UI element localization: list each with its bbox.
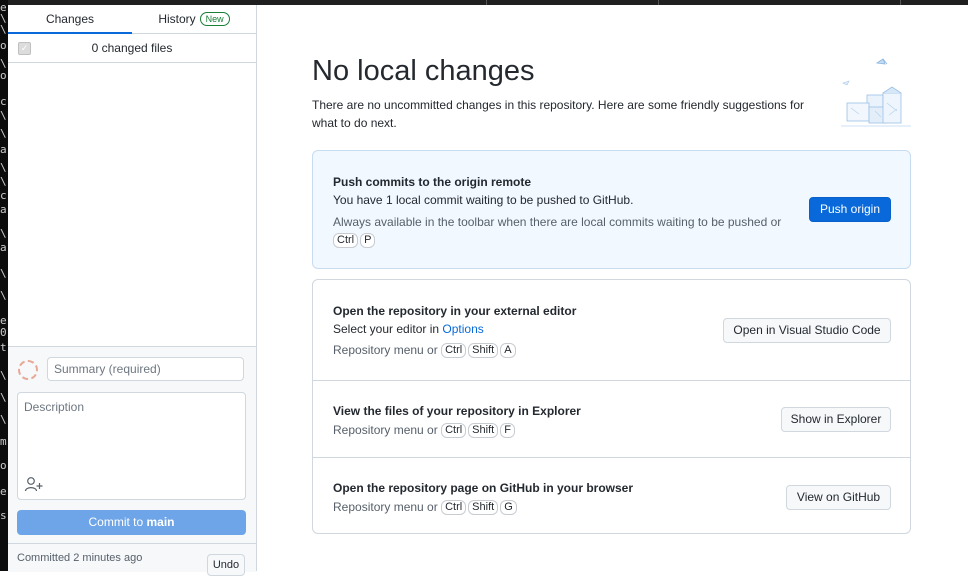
key-f: F (500, 423, 515, 438)
commit-message-area: Commit to main (8, 346, 256, 544)
suggestions-card: Open the repository in your external edi… (312, 279, 911, 534)
editor-desc-text: Select your editor in (333, 322, 443, 336)
key-g: G (500, 500, 517, 515)
sidebar-tabs: Changes History New (8, 5, 256, 34)
options-link[interactable]: Options (442, 322, 483, 336)
new-badge: New (199, 12, 230, 26)
undo-button[interactable]: Undo (207, 554, 245, 576)
add-coauthor-icon[interactable] (24, 475, 44, 493)
tab-changes[interactable]: Changes (8, 5, 132, 34)
key-ctrl: Ctrl (441, 500, 467, 515)
editor-hint: Repository menu or Ctrl Shift A (333, 341, 518, 359)
key-ctrl: Ctrl (333, 233, 359, 248)
page-subtitle: There are no uncommitted changes in this… (312, 98, 805, 130)
tab-history-label: History (158, 12, 196, 26)
description-box (17, 392, 246, 500)
github-title: Open the repository page on GitHub in yo… (333, 481, 634, 495)
key-p: P (360, 233, 376, 248)
github-hint-text: Repository menu or (333, 500, 438, 514)
explorer-title: View the files of your repository in Exp… (333, 404, 581, 418)
editor-description: Select your editor in Options (333, 322, 484, 336)
last-commit-time: Committed 2 minutes ago (17, 552, 143, 564)
push-origin-button[interactable]: Push origin (809, 197, 891, 222)
select-all-checkbox[interactable]: ✓ (18, 42, 31, 55)
github-hint: Repository menu or Ctrl Shift G (333, 498, 519, 516)
show-in-explorer-button[interactable]: Show in Explorer (781, 407, 891, 432)
open-in-editor-button[interactable]: Open in Visual Studio Code (723, 318, 891, 343)
summary-input[interactable] (47, 357, 244, 381)
editor-suggestion-row: Open the repository in your external edi… (313, 280, 910, 380)
push-title: Push commits to the origin remote (333, 175, 532, 189)
explorer-hint: Repository menu or Ctrl Shift F (333, 421, 517, 439)
tab-changes-label: Changes (45, 12, 95, 26)
description-input[interactable] (18, 393, 245, 463)
changed-files-header: ✓ 0 changed files (8, 34, 256, 63)
push-hint: Always available in the toolbar when the… (333, 213, 803, 249)
last-commit-bar: Committed 2 minutes ago Undo (8, 543, 256, 576)
sidebar: Changes HistoryNew ✓ 0 changed files Com… (8, 5, 257, 576)
explorer-suggestion-row: View the files of your repository in Exp… (313, 380, 910, 458)
key-ctrl: Ctrl (441, 423, 467, 438)
commit-button[interactable]: Commit to main (17, 510, 246, 535)
explorer-hint-text: Repository menu or (333, 423, 438, 437)
key-shift: Shift (468, 423, 499, 438)
tab-history[interactable]: History New (132, 5, 256, 33)
key-shift: Shift (468, 343, 499, 358)
key-a: A (500, 343, 516, 358)
empty-state-illustration (841, 58, 911, 127)
commit-button-prefix: Commit to (88, 515, 147, 529)
commit-branch-name: main (146, 515, 175, 529)
github-suggestion-row: Open the repository page on GitHub in yo… (313, 457, 910, 534)
main-content: No local changes There are no uncommitte… (257, 5, 968, 571)
avatar (18, 360, 38, 380)
push-suggestion-card: Push commits to the origin remote You ha… (312, 150, 911, 269)
changed-files-count: 0 changed files (91, 41, 173, 55)
editor-hint-text: Repository menu or (333, 343, 438, 357)
background-terminal: e \ \ o \ o c \ \ a \ \ c a \ a \ \ e0t \ \ \ moe s (0, 0, 8, 571)
editor-title: Open the repository in your external edi… (333, 304, 577, 318)
push-hint-text: Always available in the toolbar when the… (333, 215, 782, 229)
push-description: You have 1 local commit waiting to be pu… (333, 193, 634, 207)
page-title: No local changes (312, 55, 535, 87)
key-ctrl: Ctrl (441, 343, 467, 358)
view-on-github-button[interactable]: View on GitHub (786, 485, 891, 510)
key-shift: Shift (468, 500, 499, 515)
